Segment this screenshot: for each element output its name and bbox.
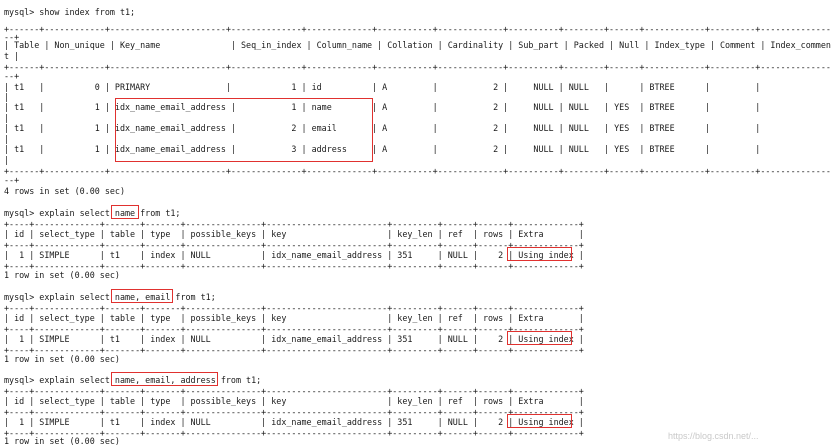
- table-row: | t1 | 0 | PRIMARY | 1 | id | A | 2 | NU…: [4, 82, 761, 92]
- highlight-select-name-email: [111, 289, 173, 303]
- table-header-row-wrap: t |: [4, 51, 20, 61]
- mysql-terminal[interactable]: { "terminal": { "lines": [ "mysql> show …: [0, 0, 831, 446]
- table-row-wrap: |: [4, 134, 10, 144]
- command-line: mysql> explain select name from t1;: [4, 208, 181, 218]
- result-summary: 1 row in set (0.00 sec): [4, 436, 120, 446]
- table-border: +----+-------------+-------+-------+----…: [4, 324, 584, 334]
- table-row-wrap: |: [4, 113, 10, 123]
- highlight-select-name: [111, 205, 139, 219]
- highlight-index-rows: [115, 98, 373, 162]
- highlight-using-index-1: [507, 247, 572, 261]
- table-border: +----+-------------+-------+-------+----…: [4, 407, 584, 417]
- table-border-wrap: --+: [4, 71, 20, 81]
- table-header-row: | id | select_type | table | type | poss…: [4, 396, 584, 406]
- table-border: +----+-------------+-------+-------+----…: [4, 386, 584, 396]
- table-row: | 1 | SIMPLE | t1 | index | NULL | idx_n…: [4, 417, 584, 427]
- highlight-using-index-3: [507, 414, 572, 428]
- table-header-row: | Table | Non_unique | Key_name | Seq_in…: [4, 40, 831, 50]
- table-header-row: | id | select_type | table | type | poss…: [4, 313, 584, 323]
- table-border: +------+------------+-------------------…: [4, 166, 831, 176]
- table-border: +----+-------------+-------+-------+----…: [4, 303, 584, 313]
- table-border: +----+-------------+-------+-------+----…: [4, 219, 584, 229]
- table-header-row: | id | select_type | table | type | poss…: [4, 229, 584, 239]
- result-summary: 4 rows in set (0.00 sec): [4, 186, 126, 196]
- highlight-select-name-email-address: [111, 372, 218, 386]
- result-summary: 1 row in set (0.00 sec): [4, 270, 120, 280]
- table-border: +------+------------+-------------------…: [4, 24, 831, 34]
- result-summary: 1 row in set (0.00 sec): [4, 354, 120, 364]
- table-row-wrap: |: [4, 155, 10, 165]
- highlight-using-index-2: [507, 331, 572, 345]
- watermark: https://blog.csdn.net/...: [668, 431, 759, 441]
- table-border: +----+-------------+-------+-------+----…: [4, 240, 584, 250]
- table-border-wrap: --+: [4, 175, 20, 185]
- table-border: +------+------------+-------------------…: [4, 62, 831, 72]
- command-line: mysql> explain select name, email from t…: [4, 292, 216, 302]
- table-row: | 1 | SIMPLE | t1 | index | NULL | idx_n…: [4, 334, 584, 344]
- table-row-wrap: |: [4, 92, 10, 102]
- command-line: mysql> show index from t1;: [4, 7, 136, 17]
- table-row: | 1 | SIMPLE | t1 | index | NULL | idx_n…: [4, 250, 584, 260]
